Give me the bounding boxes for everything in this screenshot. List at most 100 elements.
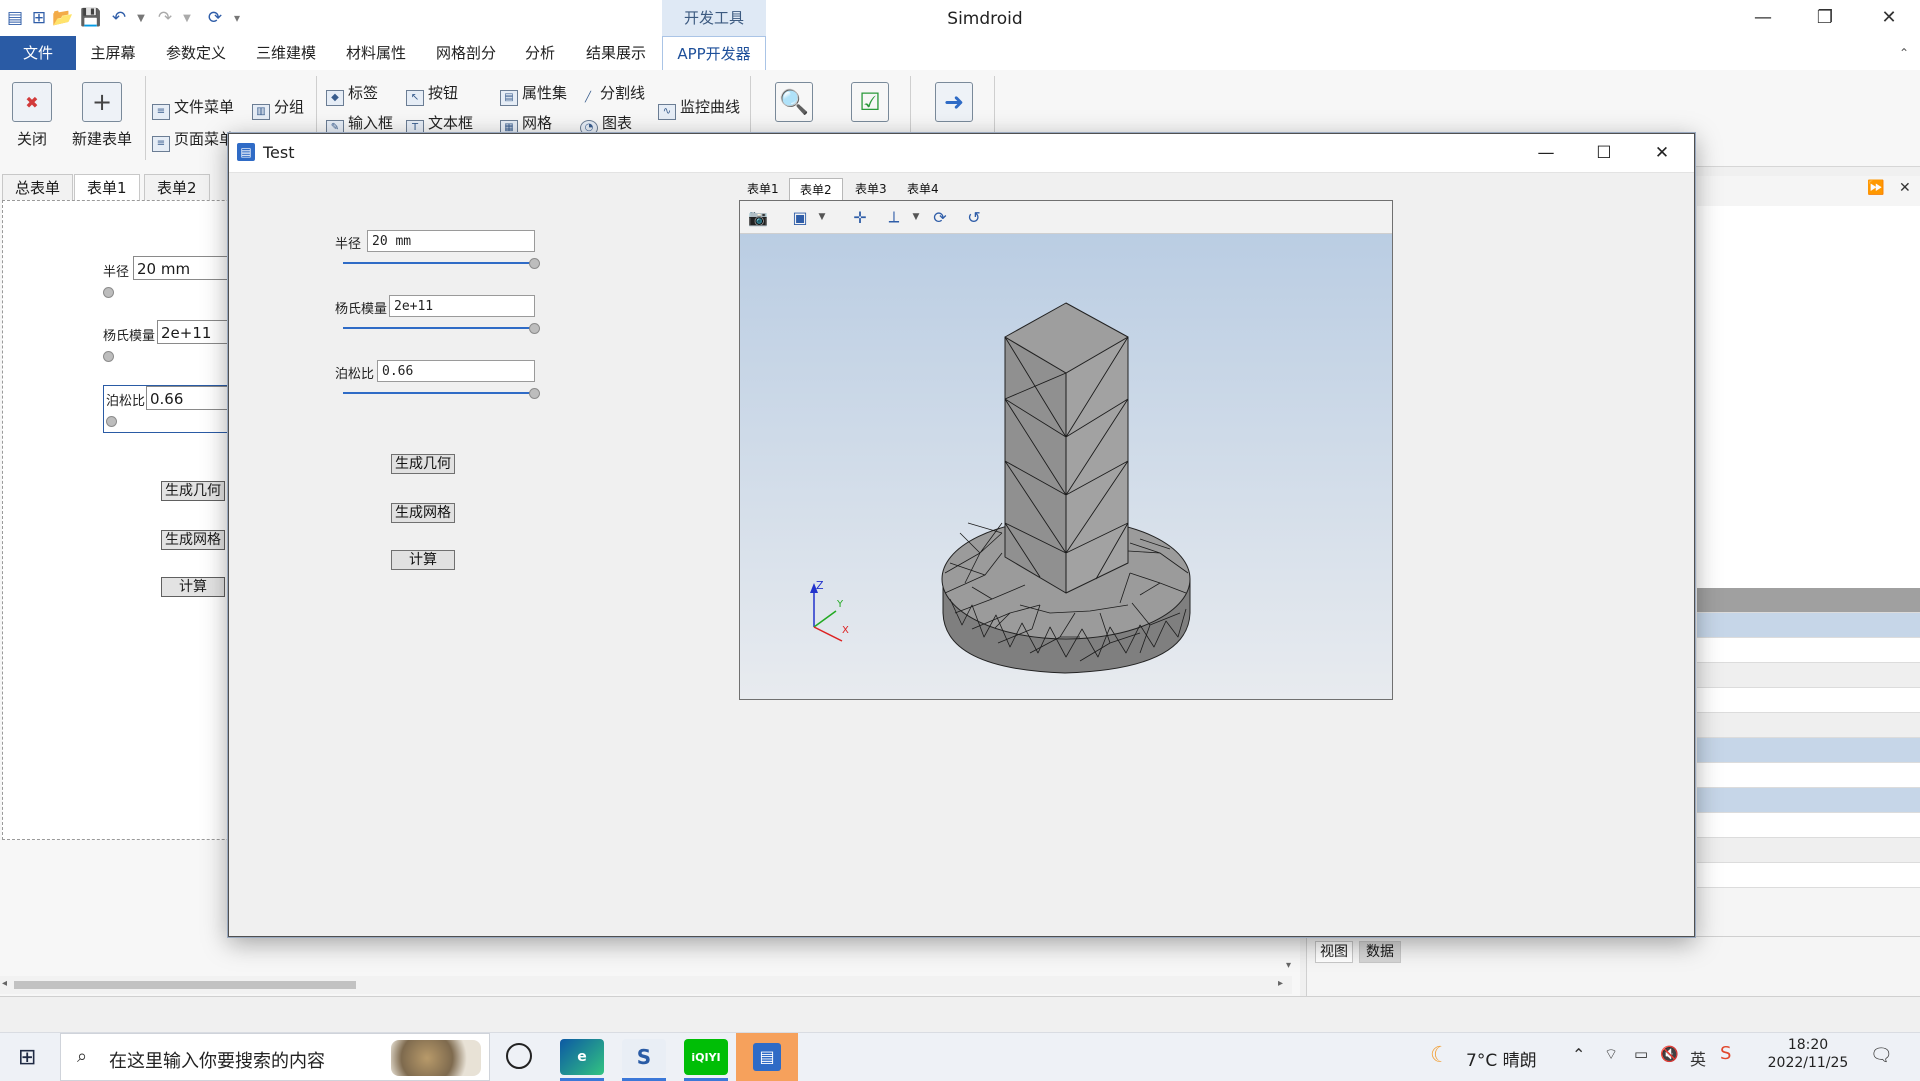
tab-3d-modeling[interactable]: 三维建模 <box>246 36 326 70</box>
refresh-icon[interactable]: ⟳ <box>204 7 226 29</box>
grid-row[interactable] <box>1697 688 1920 713</box>
dialog-maximize-button[interactable]: ☐ <box>1575 134 1633 172</box>
button-tool[interactable]: ↖ 按钮 <box>406 82 458 106</box>
network-icon[interactable]: ⌔ <box>1604 1045 1618 1064</box>
close-panel-icon[interactable]: ✕ <box>1899 180 1911 196</box>
close-form-button[interactable]: ✖ 关闭 <box>6 70 58 149</box>
swirl-app-icon[interactable]: S <box>622 1039 666 1075</box>
show-hidden-icons-icon[interactable]: ⌃ <box>1572 1045 1585 1064</box>
grid-row[interactable] <box>1697 713 1920 738</box>
dialog-close-button[interactable]: ✕ <box>1633 134 1691 172</box>
doc-tab-main-form[interactable]: 总表单 <box>2 174 74 202</box>
view-dropdown-icon[interactable]: ▼ <box>810 205 834 229</box>
axis-icon[interactable]: ⟂ <box>882 205 906 229</box>
canvas-compute-button[interactable]: 计算 <box>161 577 225 597</box>
preview-button[interactable]: 🔍 <box>770 70 818 128</box>
save-icon[interactable]: 💾 <box>80 7 102 29</box>
3d-viewer[interactable]: 📷 ▣ ▼ ✛ ⟂ ▼ ⟳ ↺ Z Y X <box>739 200 1393 700</box>
sogou-ime-icon[interactable]: S <box>1720 1043 1731 1064</box>
canvas-poisson-input[interactable]: 0.66 <box>146 386 232 410</box>
edge-browser-icon[interactable]: e <box>560 1039 604 1075</box>
undo-dropdown-icon[interactable]: ▼ <box>130 7 152 29</box>
open-folder-icon[interactable]: 📂 <box>52 7 74 29</box>
doc-tab-form2[interactable]: 表单2 <box>144 174 210 202</box>
axis-dropdown-icon[interactable]: ▼ <box>904 205 928 229</box>
radius-slider-knob[interactable] <box>529 258 540 269</box>
scroll-right-icon[interactable]: ▸ <box>1278 978 1283 989</box>
canvas-gen-geometry-button[interactable]: 生成几何 <box>161 481 225 501</box>
simdroid-taskbar-button[interactable]: ▤ <box>736 1033 798 1081</box>
restore-button[interactable]: ❐ <box>1796 0 1854 36</box>
expand-panel-icon[interactable]: ⏩ <box>1867 180 1884 196</box>
canvas-radius-slider-knob[interactable] <box>103 287 114 298</box>
tab-file[interactable]: 文件 <box>0 36 76 70</box>
screenshot-icon[interactable]: 📷 <box>746 205 770 229</box>
horizontal-scrollbar[interactable]: ◂ ▸ <box>0 976 1292 994</box>
reset-view-icon[interactable]: ↺ <box>962 205 986 229</box>
checklist-button[interactable]: ☑ <box>846 70 894 128</box>
customize-toolbar-icon[interactable]: ▾ <box>226 7 248 29</box>
close-button[interactable]: ✕ <box>1860 0 1918 36</box>
property-set-button[interactable]: ▤ 属性集 <box>500 82 567 106</box>
viewer-tab-form2[interactable]: 表单2 <box>789 178 843 201</box>
gen-mesh-button[interactable]: 生成网格 <box>391 503 455 523</box>
cortana-icon[interactable] <box>506 1043 532 1069</box>
dialog-minimize-button[interactable]: — <box>1517 134 1575 172</box>
page-menu-button[interactable]: ≡ 页面菜单 <box>152 128 234 152</box>
splitter-button[interactable]: ╱ 分割线 <box>580 82 645 105</box>
view-cube-icon[interactable]: ▣ <box>788 205 812 229</box>
scrollbar-thumb[interactable] <box>14 981 356 989</box>
tab-meshing[interactable]: 网格剖分 <box>426 36 506 70</box>
new-form-button[interactable]: + 新建表单 <box>66 70 138 149</box>
tab-results[interactable]: 结果展示 <box>574 36 658 70</box>
selected-control-outline[interactable]: 泊松比 0.66 <box>103 385 235 433</box>
undo-icon[interactable]: ↶ <box>108 7 130 29</box>
tab-view[interactable]: 视图 <box>1315 941 1353 963</box>
label-button[interactable]: ◆ 标签 <box>326 82 378 106</box>
scroll-down-icon[interactable]: ▾ <box>1286 960 1291 971</box>
group-button[interactable]: ▥ 分组 <box>252 96 304 120</box>
radius-input[interactable]: 20 mm <box>367 230 535 252</box>
grid-row[interactable] <box>1697 638 1920 663</box>
canvas-young-slider-knob[interactable] <box>103 351 114 362</box>
canvas-gen-mesh-button[interactable]: 生成网格 <box>161 530 225 550</box>
grid-row[interactable] <box>1697 813 1920 838</box>
tab-data[interactable]: 数据 <box>1359 941 1401 963</box>
windows-start-icon[interactable]: ⊞ <box>18 1045 36 1070</box>
grid-row[interactable] <box>1697 763 1920 788</box>
gen-geometry-button[interactable]: 生成几何 <box>391 454 455 474</box>
tab-analysis[interactable]: 分析 <box>514 36 566 70</box>
clock[interactable]: 18:20 2022/11/25 <box>1766 1037 1850 1071</box>
grid-row[interactable] <box>1697 613 1920 638</box>
ime-indicator[interactable]: 英 <box>1690 1046 1706 1070</box>
viewer-tab-form4[interactable]: 表单4 <box>897 178 949 200</box>
monitor-curve-button[interactable]: ∿ 监控曲线 <box>658 96 740 120</box>
tab-material[interactable]: 材料属性 <box>336 36 416 70</box>
tab-home[interactable]: 主屏幕 <box>82 36 144 70</box>
tab-parameters[interactable]: 参数定义 <box>156 36 236 70</box>
grid-row[interactable] <box>1697 663 1920 688</box>
scroll-left-icon[interactable]: ◂ <box>2 978 7 989</box>
radius-slider[interactable] <box>343 262 533 264</box>
viewer-tab-form1[interactable]: 表单1 <box>737 178 789 200</box>
poisson-ratio-slider[interactable] <box>343 392 533 394</box>
file-menu-button[interactable]: ≡ 文件菜单 <box>152 96 234 120</box>
doc-tab-form1[interactable]: 表单1 <box>74 174 140 202</box>
notifications-icon[interactable]: 🗨 <box>1870 1045 1893 1066</box>
fit-view-icon[interactable]: ✛ <box>848 205 872 229</box>
poisson-ratio-slider-knob[interactable] <box>529 388 540 399</box>
viewer-tab-form3[interactable]: 表单3 <box>845 178 897 200</box>
compute-button[interactable]: 计算 <box>391 550 455 570</box>
grid-row[interactable] <box>1697 788 1920 813</box>
minimize-button[interactable]: — <box>1734 0 1792 36</box>
tab-app-developer[interactable]: APP开发器 <box>662 36 766 71</box>
grid-row[interactable] <box>1697 838 1920 863</box>
taskbar-search-box[interactable]: ⌕ 在这里输入你要搜索的内容 <box>60 1033 490 1081</box>
grid-row[interactable] <box>1697 863 1920 888</box>
canvas-radius-input[interactable]: 20 mm <box>133 256 233 280</box>
young-modulus-slider-knob[interactable] <box>529 323 540 334</box>
rotate-icon[interactable]: ⟳ <box>928 205 952 229</box>
weather-text[interactable]: 7°C 晴朗 <box>1466 1046 1537 1071</box>
grid-row[interactable] <box>1697 738 1920 763</box>
new-file-icon[interactable]: ⊞ <box>28 7 50 29</box>
